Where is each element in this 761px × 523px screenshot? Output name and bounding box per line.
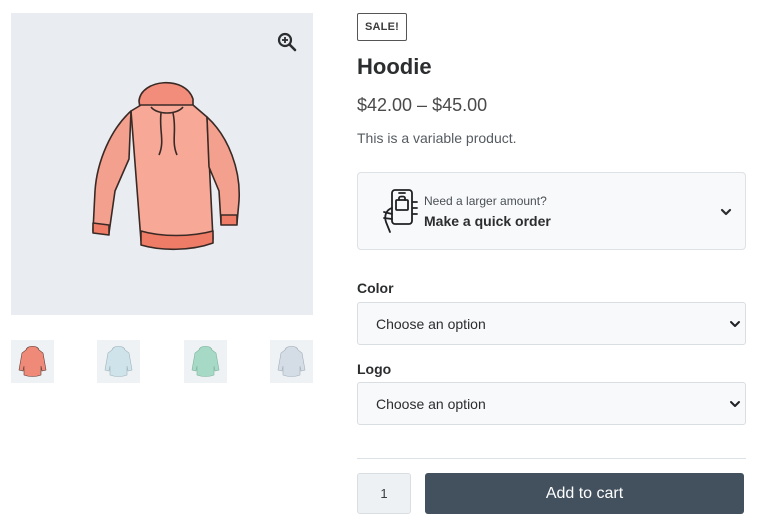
product-price: $42.00 – $45.00 — [357, 95, 488, 115]
thumbnail-strip — [11, 340, 313, 384]
quick-order-toggle[interactable]: Need a larger amount? Make a quick order — [357, 172, 746, 250]
product-main-image[interactable] — [11, 13, 313, 315]
quick-order-prompt: Need a larger amount? — [424, 194, 547, 208]
chevron-down-icon — [730, 401, 740, 407]
product-description: This is a variable product. — [357, 130, 517, 146]
quantity-input[interactable]: 1 — [357, 473, 411, 514]
divider — [357, 458, 746, 459]
logo-select[interactable]: Choose an option — [357, 382, 746, 425]
thumbnail-hoodie-icon — [277, 345, 306, 377]
phone-order-icon — [383, 189, 418, 233]
hoodie-illustration — [92, 81, 240, 251]
zoom-icon[interactable] — [276, 31, 298, 53]
quick-order-title: Make a quick order — [424, 213, 551, 229]
thumbnail-hoodie-icon — [18, 345, 47, 377]
product-title: Hoodie — [357, 54, 432, 79]
chevron-down-icon — [730, 321, 740, 327]
thumbnail-hoodie-grey[interactable] — [270, 340, 313, 383]
thumbnail-hoodie-icon — [191, 345, 220, 377]
thumbnail-hoodie-blue[interactable] — [97, 340, 140, 383]
add-to-cart-button[interactable]: Add to cart — [425, 473, 744, 514]
thumbnail-hoodie-icon — [104, 345, 133, 377]
logo-select-value: Choose an option — [376, 396, 486, 412]
thumbnail-hoodie-green[interactable] — [184, 340, 227, 383]
chevron-down-icon — [720, 208, 732, 216]
sale-badge: SALE! — [357, 13, 407, 41]
color-select[interactable]: Choose an option — [357, 302, 746, 345]
logo-label: Logo — [357, 361, 392, 377]
color-select-value: Choose an option — [376, 316, 486, 332]
color-label: Color — [357, 280, 394, 296]
thumbnail-hoodie-red[interactable] — [11, 340, 54, 383]
